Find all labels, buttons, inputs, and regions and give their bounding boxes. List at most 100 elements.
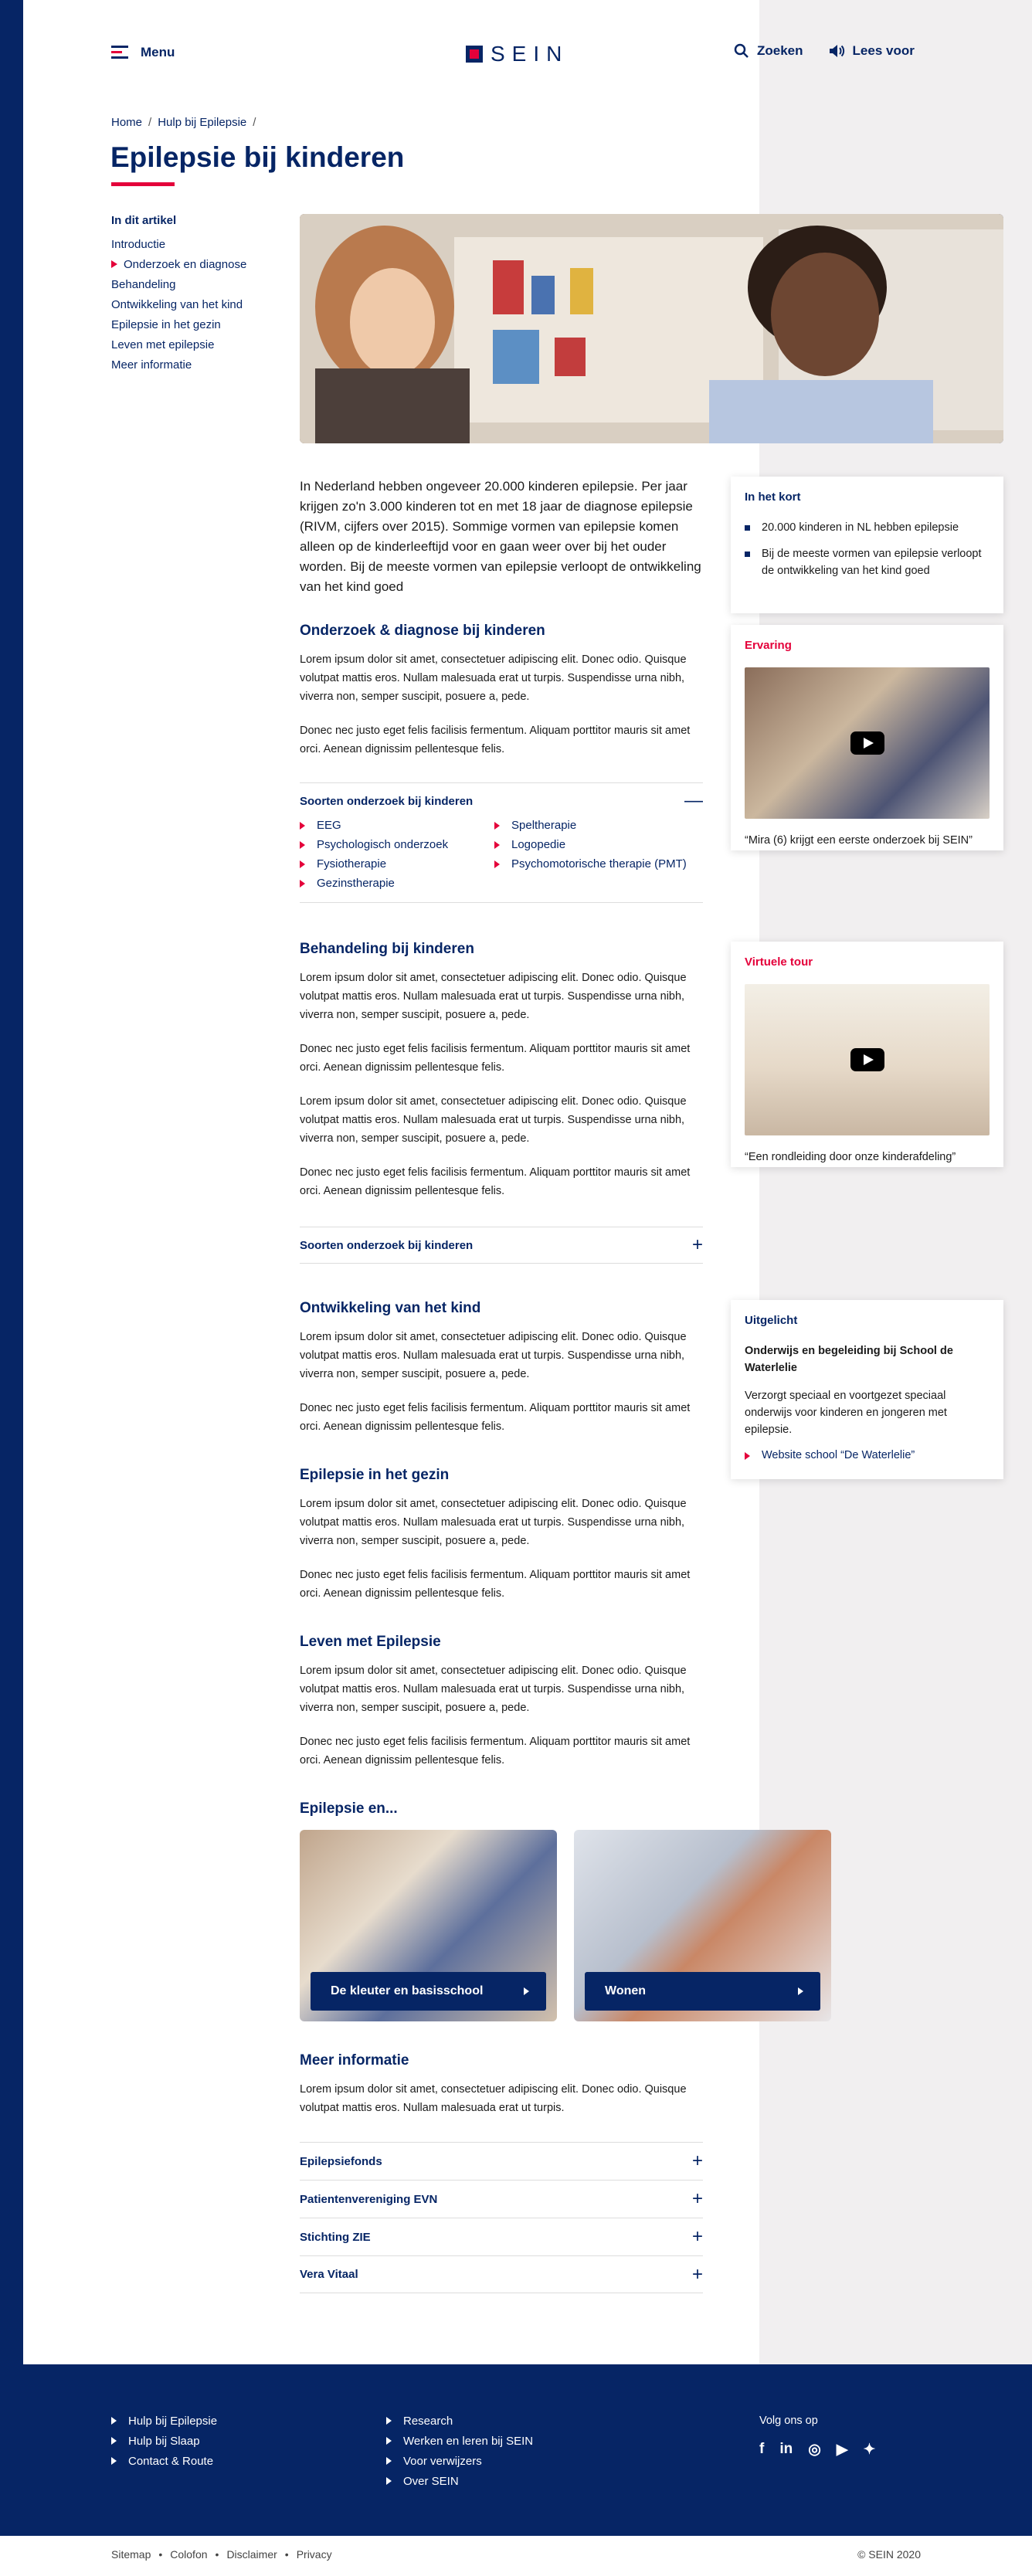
promo-tile-school[interactable]: De kleuter en basisschool	[300, 1830, 557, 2021]
footer-link[interactable]: Contact & Route	[111, 2455, 217, 2475]
logo-mark-icon	[466, 46, 483, 63]
plus-icon[interactable]: +	[692, 2150, 703, 2172]
bullet-separator: •	[158, 2548, 163, 2561]
bottom-link-privacy[interactable]: Privacy	[297, 2548, 332, 2561]
accordion-link[interactable]: EEG	[300, 819, 494, 832]
more-info-row[interactable]: Patientenvereniging EVN +	[300, 2180, 703, 2218]
plus-icon[interactable]: +	[692, 2188, 703, 2210]
bottom-link-disclaimer[interactable]: Disclaimer	[226, 2548, 277, 2561]
footer-link[interactable]: Hulp bij Epilepsie	[111, 2415, 217, 2435]
promo-button-wonen[interactable]: Wonen	[585, 1972, 820, 2011]
footer-link[interactable]: Werken en leren bij SEIN	[386, 2435, 533, 2455]
read-aloud-label: Lees voor	[852, 43, 915, 58]
section-paragraph: Donec nec justo eget felis facilisis fer…	[300, 1736, 691, 1767]
toc-item-introductie[interactable]: Introductie	[111, 238, 266, 258]
plus-icon[interactable]: +	[692, 2264, 703, 2286]
section-heading: Epilepsie in het gezin	[300, 1467, 450, 1483]
section-onderzoek: Onderzoek & diagnose bij kinderen Lorem …	[300, 623, 703, 759]
footer-column-1: Hulp bij Epilepsie Hulp bij Slaap Contac…	[111, 2415, 217, 2475]
section-behandeling: Behandeling bij kinderen Lorem ipsum dol…	[300, 941, 703, 1200]
menu-button[interactable]: Menu	[111, 45, 175, 60]
promo-tile-wonen[interactable]: Wonen	[574, 1830, 831, 2021]
promo-label: Wonen	[605, 1984, 647, 1997]
toc-item-gezin[interactable]: Epilepsie in het gezin	[111, 318, 266, 338]
search-button[interactable]: Zoeken	[734, 43, 803, 59]
accordion-link[interactable]: Fysiotherapie	[300, 857, 494, 871]
more-info-row[interactable]: Vera Vitaal +	[300, 2255, 703, 2293]
section-paragraph: Donec nec justo eget felis facilisis fer…	[300, 1166, 691, 1197]
logo-text: SEIN	[491, 42, 569, 66]
facebook-icon[interactable]: f	[759, 2441, 764, 2459]
title-underline	[111, 182, 175, 186]
bottom-link-colofon[interactable]: Colofon	[170, 2548, 207, 2561]
more-info-row[interactable]: Epilepsiefonds +	[300, 2142, 703, 2180]
virtual-tour-caption: “Een rondleiding door onze kinderafdelin…	[745, 1151, 956, 1163]
accordion-link[interactable]: Psychomotorische therapie (PMT)	[494, 857, 689, 871]
more-info-list: Epilepsiefonds + Patientenvereniging EVN +…	[300, 2142, 703, 2293]
experience-card-title: Ervaring	[745, 639, 792, 652]
virtual-tour-card: Virtuele tour “Een rondleiding door onze…	[731, 942, 1003, 1167]
featured-link[interactable]: Website school “De Waterlelie”	[745, 1449, 990, 1461]
footer-link[interactable]: Over SEIN	[386, 2475, 533, 2495]
accordion-onderzoek: Soorten onderzoek bij kinderen — EEG Spe…	[300, 782, 703, 903]
accordion-link[interactable]: Psychologisch onderzoek	[300, 838, 494, 851]
summary-item: 20.000 kinderen in NL hebben epilepsie	[745, 519, 990, 536]
section-paragraph: Lorem ipsum dolor sit amet, consectetuer…	[300, 1498, 687, 1547]
promo-button-school[interactable]: De kleuter en basisschool	[311, 1972, 546, 2011]
search-icon	[734, 43, 749, 58]
section-heading: Leven met Epilepsie	[300, 1634, 441, 1650]
breadcrumb-hulp[interactable]: Hulp bij Epilepsie	[158, 116, 246, 129]
accordion-link[interactable]: Gezinstherapie	[300, 877, 494, 890]
play-icon[interactable]	[850, 1048, 884, 1071]
toc-item-leven[interactable]: Leven met epilepsie	[111, 338, 266, 358]
youtube-icon[interactable]: ▶	[837, 2441, 848, 2459]
footer-link[interactable]: Research	[386, 2415, 533, 2435]
section-heading: Onderzoek & diagnose bij kinderen	[300, 623, 545, 639]
instagram-icon[interactable]: ◎	[808, 2441, 821, 2459]
search-label: Zoeken	[757, 43, 803, 58]
breadcrumb-home[interactable]: Home	[111, 116, 142, 129]
breadcrumb-separator: /	[253, 116, 256, 129]
bottom-link-sitemap[interactable]: Sitemap	[111, 2548, 151, 2561]
hamburger-icon	[111, 46, 128, 59]
accordion-link[interactable]: Speltherapie	[494, 819, 689, 832]
virtual-tour-video[interactable]	[745, 984, 990, 1135]
toc-item-onderzoek[interactable]: Onderzoek en diagnose	[111, 258, 266, 278]
more-info-label: Vera Vitaal	[300, 2268, 358, 2281]
read-aloud-button[interactable]: Lees voor	[828, 43, 915, 59]
plus-icon[interactable]: +	[692, 1234, 703, 1256]
page-title: Epilepsie bij kinderen	[110, 141, 405, 173]
section-heading: Ontwikkeling van het kind	[300, 1300, 481, 1316]
section-meer-informatie: Meer informatie Lorem ipsum dolor sit am…	[300, 2052, 703, 2117]
more-info-row[interactable]: Stichting ZIE +	[300, 2218, 703, 2255]
accordion-header[interactable]: Soorten onderzoek bij kinderen +	[300, 1227, 703, 1263]
minus-icon[interactable]: —	[684, 790, 703, 812]
intro-text: In Nederland hebben ongeveer 20.000 kind…	[300, 479, 701, 594]
hero-illustration	[300, 214, 1003, 443]
accordion-title: Soorten onderzoek bij kinderen	[300, 1238, 474, 1252]
footer-column-2: Research Werken en leren bij SEIN Voor v…	[386, 2415, 533, 2495]
toc-item-meer-informatie[interactable]: Meer informatie	[111, 358, 266, 378]
plus-icon[interactable]: +	[692, 2226, 703, 2248]
twitter-icon[interactable]: ✦	[863, 2441, 875, 2459]
experience-card: Ervaring “Mira (6) krijgt een eerste ond…	[731, 625, 1003, 850]
featured-card-title: Uitgelicht	[745, 1314, 798, 1327]
experience-video[interactable]	[745, 667, 990, 819]
intro-section: In Nederland hebben ongeveer 20.000 kind…	[300, 477, 703, 597]
accordion-link[interactable]: Logopedie	[494, 838, 689, 851]
sein-logo[interactable]: SEIN	[466, 42, 569, 66]
footer-link[interactable]: Voor verwijzers	[386, 2455, 533, 2475]
toc-item-behandeling[interactable]: Behandeling	[111, 278, 266, 298]
footer-link[interactable]: Hulp bij Slaap	[111, 2435, 217, 2455]
promo-label: De kleuter en basisschool	[331, 1984, 484, 1997]
bullet-separator: •	[284, 2548, 289, 2561]
header-tools: Zoeken Lees voor	[734, 43, 915, 59]
accordion-header[interactable]: Soorten onderzoek bij kinderen —	[300, 783, 703, 819]
section-paragraph: Lorem ipsum dolor sit amet, consectetuer…	[300, 1331, 687, 1380]
toc-title: In dit artikel	[111, 214, 177, 227]
site-header: Menu SEIN Zoeken Lees voor	[0, 0, 1032, 108]
section-paragraph: Lorem ipsum dolor sit amet, consectetuer…	[300, 1665, 687, 1714]
linkedin-icon[interactable]: in	[779, 2441, 793, 2459]
toc-item-ontwikkeling[interactable]: Ontwikkeling van het kind	[111, 298, 266, 318]
play-icon[interactable]	[850, 731, 884, 755]
